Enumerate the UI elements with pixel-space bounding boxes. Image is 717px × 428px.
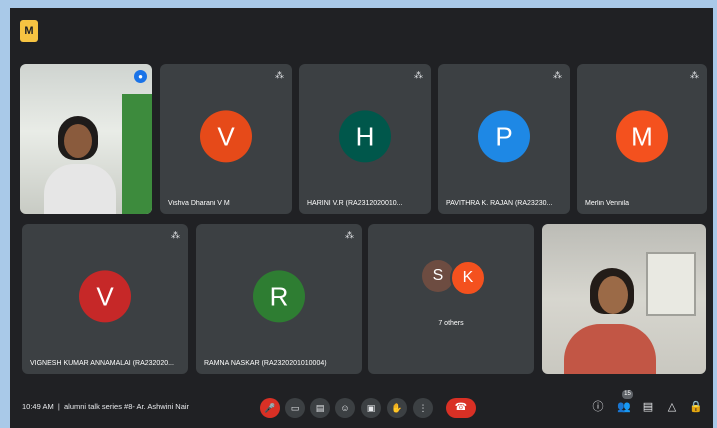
- avatar: H: [339, 110, 391, 163]
- avatar: K: [450, 260, 486, 296]
- emoji-icon[interactable]: ☺: [335, 398, 355, 418]
- mic-muted-icon: ⁂: [275, 70, 284, 80]
- participant-tile-self[interactable]: ●: [20, 64, 152, 214]
- others-tile[interactable]: S K 7 others: [368, 224, 534, 374]
- chat-icon[interactable]: ▤: [640, 399, 656, 415]
- captions-icon[interactable]: ▤: [310, 398, 330, 418]
- wall-panel: [122, 94, 152, 214]
- info-icon[interactable]: ⓘ: [590, 399, 606, 415]
- person-face: [598, 276, 628, 314]
- participant-name: Vishva Dharani V M: [168, 200, 230, 207]
- current-time: 10:49 AM: [22, 402, 54, 411]
- participant-count-badge: 15: [622, 390, 633, 399]
- present-icon[interactable]: ▣: [361, 398, 381, 418]
- camera-icon[interactable]: ▭: [285, 398, 305, 418]
- avatar: V: [200, 110, 252, 163]
- mic-muted-icon: ⁂: [345, 230, 354, 240]
- hand-raise-icon[interactable]: ✋: [387, 398, 407, 418]
- participant-name: VIGNESH KUMAR ANNAMALAI (RA232020...: [30, 360, 174, 367]
- meeting-window: M ● V ⁂ Vishva Dharani V M H ⁂ HARINI V.…: [10, 8, 713, 428]
- mic-muted-icon: ⁂: [414, 70, 423, 80]
- microphone-icon: ●: [134, 70, 147, 83]
- person-body: [44, 164, 116, 214]
- participant-name: Merlin Vennila: [585, 200, 629, 207]
- mic-muted-icon: ⁂: [553, 70, 562, 80]
- meeting-info: 10:49 AM | alumni talk series #8- Ar. As…: [22, 402, 189, 411]
- participant-tile[interactable]: H ⁂ HARINI V.R (RA2312020010...: [299, 64, 431, 214]
- avatar: M: [616, 110, 668, 163]
- info-separator: |: [57, 402, 60, 411]
- participant-name: HARINI V.R (RA2312020010...: [307, 200, 403, 207]
- others-count: 7 others: [438, 320, 464, 327]
- person-face: [64, 124, 92, 158]
- participant-tile-video[interactable]: [542, 224, 706, 374]
- mic-muted-icon: ⁂: [171, 230, 180, 240]
- end-call-button[interactable]: ☎: [446, 398, 476, 418]
- participant-tile[interactable]: R ⁂ RAMNA NASKAR (RA2320201010004): [196, 224, 362, 374]
- participant-tile[interactable]: V ⁂ Vishva Dharani V M: [160, 64, 292, 214]
- host-controls-icon[interactable]: 🔒: [688, 399, 704, 415]
- avatar: V: [79, 270, 131, 323]
- mic-muted-icon: ⁂: [690, 70, 699, 80]
- person-body: [564, 324, 656, 374]
- meeting-controls-bar: 10:49 AM | alumni talk series #8- Ar. As…: [10, 390, 713, 428]
- participant-tile[interactable]: M ⁂ Merlin Vennila: [577, 64, 707, 214]
- meeting-title: alumni talk series #8- Ar. Ashwini Nair: [64, 402, 190, 411]
- avatar: P: [478, 110, 530, 163]
- activities-icon[interactable]: △: [664, 399, 680, 415]
- participant-tile[interactable]: V ⁂ VIGNESH KUMAR ANNAMALAI (RA232020...: [22, 224, 188, 374]
- participant-name: PAVITHRA K. RAJAN (RA23230...: [446, 200, 553, 207]
- participant-name: RAMNA NASKAR (RA2320201010004): [204, 360, 327, 367]
- people-icon[interactable]: 👥: [616, 399, 632, 415]
- more-options-icon[interactable]: ⋮: [413, 398, 433, 418]
- avatar: R: [253, 270, 305, 323]
- microphone-off-icon[interactable]: 🎤: [260, 398, 280, 418]
- participant-tile[interactable]: P ⁂ PAVITHRA K. RAJAN (RA23230...: [438, 64, 570, 214]
- background-shelf: [646, 252, 696, 316]
- app-logo: M: [20, 20, 38, 42]
